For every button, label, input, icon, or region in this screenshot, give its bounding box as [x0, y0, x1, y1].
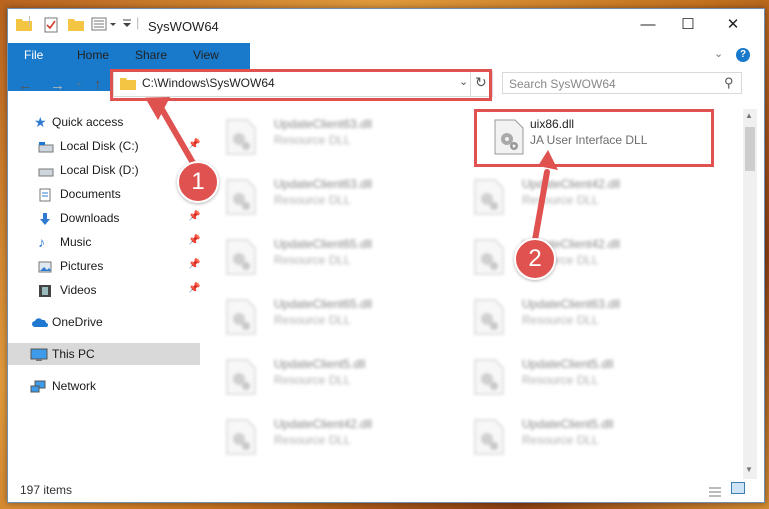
step-badge-2: 2: [514, 238, 556, 280]
arrow-1: [145, 97, 199, 171]
step-badge-1: 1: [177, 161, 219, 203]
arrow-2: [532, 150, 558, 243]
annotation-arrows: [145, 97, 558, 243]
